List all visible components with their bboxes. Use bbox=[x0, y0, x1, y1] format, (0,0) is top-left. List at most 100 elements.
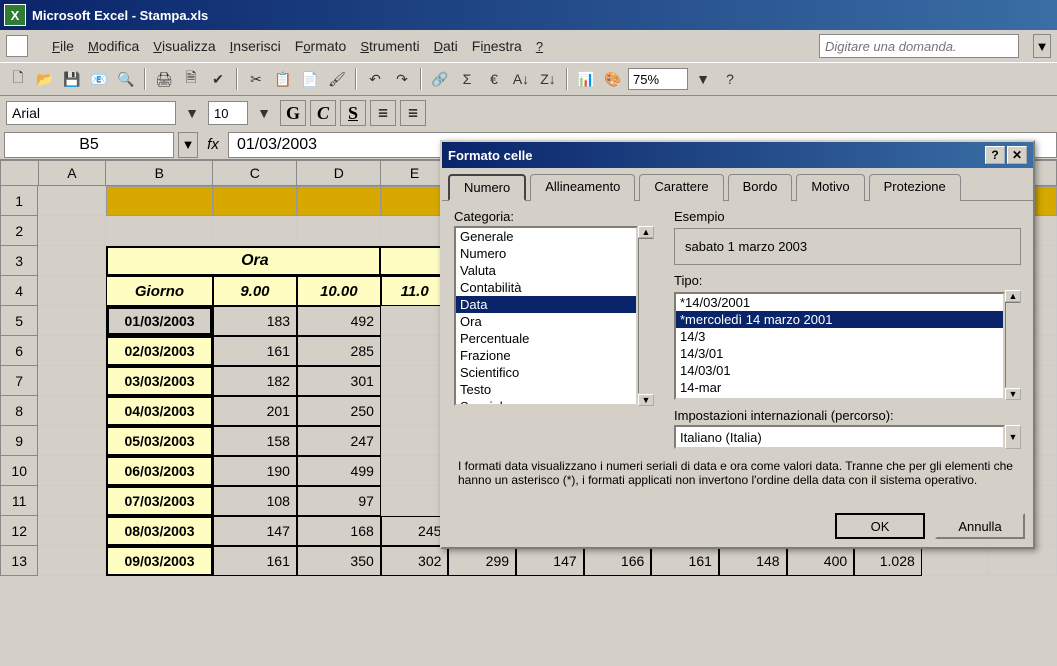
zoom-dropdown-icon[interactable]: ▼ bbox=[691, 67, 715, 91]
scroll-up-icon[interactable]: ▲ bbox=[1005, 290, 1021, 302]
tipo-item[interactable]: 14/3/01 bbox=[676, 345, 1003, 362]
name-box-dropdown-icon[interactable]: ▼ bbox=[178, 132, 198, 158]
cell-C3[interactable]: Ora bbox=[213, 246, 297, 276]
spellcheck-icon[interactable]: ✔ bbox=[206, 67, 230, 91]
locale-select[interactable]: Italiano (Italia) bbox=[674, 425, 1005, 449]
row-header-4[interactable]: 4 bbox=[0, 276, 38, 306]
cell-H13[interactable]: 166 bbox=[584, 546, 652, 576]
tab-motivo[interactable]: Motivo bbox=[796, 174, 864, 201]
cell-A4[interactable] bbox=[38, 276, 106, 306]
cell-B8[interactable]: 04/03/2003 bbox=[106, 396, 213, 426]
search-icon[interactable]: 🔍 bbox=[114, 67, 138, 91]
sort-asc-icon[interactable]: A↓ bbox=[509, 67, 533, 91]
cell-C4[interactable]: 9.00 bbox=[213, 276, 297, 306]
format-painter-icon[interactable]: 🖌 bbox=[325, 67, 349, 91]
menu-dati[interactable]: Dati bbox=[434, 38, 458, 54]
help-icon[interactable]: ? bbox=[718, 67, 742, 91]
cell-D4[interactable]: 10.00 bbox=[297, 276, 381, 306]
cell-A13[interactable] bbox=[38, 546, 106, 576]
tab-numero[interactable]: Numero bbox=[448, 174, 526, 201]
menu-?[interactable]: ? bbox=[536, 38, 543, 54]
cell-D5[interactable]: 492 bbox=[297, 306, 381, 336]
cell-E8[interactable] bbox=[381, 396, 449, 426]
cell-D7[interactable]: 301 bbox=[297, 366, 381, 396]
cell-A3[interactable] bbox=[38, 246, 106, 276]
font-name-input[interactable] bbox=[6, 101, 176, 125]
font-size-input[interactable] bbox=[208, 101, 248, 125]
row-header-5[interactable]: 5 bbox=[0, 306, 38, 336]
hyperlink-icon[interactable]: 🔗 bbox=[428, 67, 452, 91]
cell-L13[interactable]: 1.028 bbox=[854, 546, 922, 576]
cell-B13[interactable]: 09/03/2003 bbox=[106, 546, 213, 576]
tipo-listbox[interactable]: *14/03/2001*mercoledì 14 marzo 200114/31… bbox=[674, 292, 1005, 400]
cell-B11[interactable]: 07/03/2003 bbox=[106, 486, 213, 516]
paste-icon[interactable]: 📄 bbox=[298, 67, 322, 91]
select-all-corner[interactable] bbox=[0, 160, 39, 186]
cell-D11[interactable]: 97 bbox=[297, 486, 381, 516]
row-header-6[interactable]: 6 bbox=[0, 336, 38, 366]
cell-G13[interactable]: 147 bbox=[516, 546, 584, 576]
align-center-icon[interactable]: ≡ bbox=[400, 100, 426, 126]
open-icon[interactable]: 📂 bbox=[33, 67, 57, 91]
cancel-button[interactable]: Annulla bbox=[935, 513, 1025, 539]
tab-carattere[interactable]: Carattere bbox=[639, 174, 723, 201]
category-item[interactable]: Numero bbox=[456, 245, 636, 262]
cell-A12[interactable] bbox=[38, 516, 106, 546]
cell-M13[interactable] bbox=[922, 546, 990, 576]
col-header-A[interactable]: A bbox=[39, 160, 107, 186]
cell-E10[interactable] bbox=[381, 456, 449, 486]
menu-file[interactable]: File bbox=[52, 38, 74, 54]
cell-D9[interactable]: 247 bbox=[297, 426, 381, 456]
category-item[interactable]: Valuta bbox=[456, 262, 636, 279]
ok-button[interactable]: OK bbox=[835, 513, 925, 539]
menu-formato[interactable]: Formato bbox=[295, 38, 347, 54]
cell-C12[interactable]: 147 bbox=[213, 516, 297, 546]
copy-icon[interactable]: 📋 bbox=[271, 67, 295, 91]
scroll-down-icon[interactable]: ▼ bbox=[638, 394, 654, 406]
category-item[interactable]: Ora bbox=[456, 313, 636, 330]
cell-B4[interactable]: Giorno bbox=[106, 276, 213, 306]
cell-C9[interactable]: 158 bbox=[213, 426, 297, 456]
cell-C1[interactable] bbox=[213, 186, 297, 216]
cell-A11[interactable] bbox=[38, 486, 106, 516]
tipo-item[interactable]: *mercoledì 14 marzo 2001 bbox=[676, 311, 1003, 328]
cell-D13[interactable]: 350 bbox=[297, 546, 381, 576]
cell-F13[interactable]: 299 bbox=[448, 546, 516, 576]
font-size-dropdown-icon[interactable]: ▼ bbox=[252, 101, 276, 125]
tab-bordo[interactable]: Bordo bbox=[728, 174, 793, 201]
italic-button[interactable]: C bbox=[310, 100, 336, 126]
cell-J13[interactable]: 148 bbox=[719, 546, 787, 576]
menu-inserisci[interactable]: Inserisci bbox=[230, 38, 281, 54]
bold-button[interactable]: G bbox=[280, 100, 306, 126]
col-header-B[interactable]: B bbox=[106, 160, 213, 186]
cell-E13[interactable]: 302 bbox=[381, 546, 449, 576]
new-icon[interactable]: 🗋 bbox=[6, 67, 30, 91]
dialog-help-button[interactable]: ? bbox=[985, 146, 1005, 164]
row-header-3[interactable]: 3 bbox=[0, 246, 38, 276]
cell-C6[interactable]: 161 bbox=[213, 336, 297, 366]
cell-B1[interactable] bbox=[106, 186, 213, 216]
cell-A2[interactable] bbox=[38, 216, 106, 246]
category-listbox[interactable]: GeneraleNumeroValutaContabilitàDataOraPe… bbox=[454, 226, 638, 406]
cell-E2[interactable] bbox=[381, 216, 449, 246]
dialog-close-button[interactable]: ✕ bbox=[1007, 146, 1027, 164]
cell-C13[interactable]: 161 bbox=[213, 546, 297, 576]
row-header-13[interactable]: 13 bbox=[0, 546, 38, 576]
zoom-input[interactable] bbox=[628, 68, 688, 90]
tipo-item[interactable]: 14/03/01 bbox=[676, 362, 1003, 379]
print-icon[interactable]: 🖨 bbox=[152, 67, 176, 91]
row-header-8[interactable]: 8 bbox=[0, 396, 38, 426]
underline-button[interactable]: S bbox=[340, 100, 366, 126]
cell-B9[interactable]: 05/03/2003 bbox=[106, 426, 213, 456]
cell-E5[interactable] bbox=[381, 306, 449, 336]
redo-icon[interactable]: ↷ bbox=[390, 67, 414, 91]
cell-A5[interactable] bbox=[38, 306, 106, 336]
row-header-12[interactable]: 12 bbox=[0, 516, 38, 546]
category-item[interactable]: Data bbox=[456, 296, 636, 313]
category-item[interactable]: Contabilità bbox=[456, 279, 636, 296]
cell-C7[interactable]: 182 bbox=[213, 366, 297, 396]
menu-modifica[interactable]: Modifica bbox=[88, 38, 139, 54]
undo-icon[interactable]: ↶ bbox=[363, 67, 387, 91]
align-left-icon[interactable]: ≡ bbox=[370, 100, 396, 126]
cell-A7[interactable] bbox=[38, 366, 106, 396]
